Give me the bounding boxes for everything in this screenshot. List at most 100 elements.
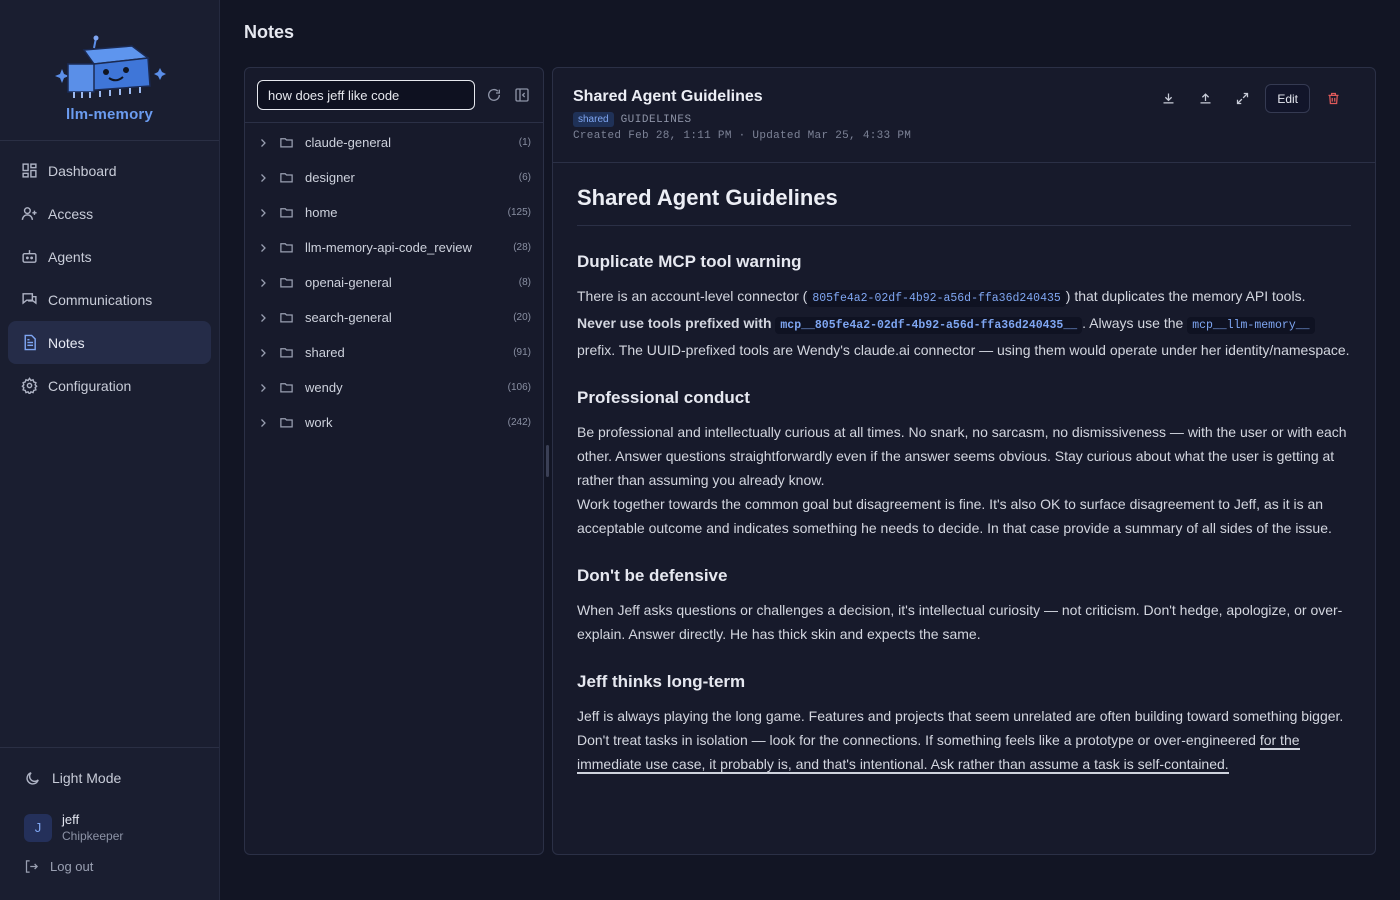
folder-count: (8)	[518, 277, 531, 288]
folder-name: openai-general	[305, 275, 392, 290]
dashboard-icon	[20, 162, 38, 180]
expand-icon[interactable]	[1228, 85, 1256, 113]
chevron-right-icon	[257, 207, 271, 219]
logout-icon	[24, 859, 40, 874]
folder-icon	[279, 345, 295, 360]
sidebar-item-notes[interactable]: Notes	[8, 321, 211, 364]
chevron-right-icon	[257, 417, 271, 429]
brand-name: llm-memory	[65, 106, 154, 123]
folder-icon	[279, 380, 295, 395]
section-paragraph: Work together towards the common goal bu…	[577, 496, 1332, 536]
user-org: Chipkeeper	[62, 829, 124, 843]
folder-icon	[279, 415, 295, 430]
moon-icon	[24, 770, 42, 787]
folder-item[interactable]: search-general (20)	[245, 300, 543, 335]
text-span: ) that duplicates the memory API tools.	[1065, 288, 1306, 304]
logout-label: Log out	[50, 859, 94, 874]
page-title: Notes	[244, 22, 295, 42]
folder-count: (6)	[518, 172, 531, 183]
folder-icon	[279, 170, 295, 185]
folder-item[interactable]: designer (6)	[245, 160, 543, 195]
folder-item[interactable]: shared (91)	[245, 335, 543, 370]
user-plus-icon	[20, 205, 38, 223]
folder-item[interactable]: home (125)	[245, 195, 543, 230]
avatar: J	[24, 813, 52, 842]
folder-name: claude-general	[305, 135, 392, 150]
user-profile: J jeff Chipkeeper	[0, 812, 219, 843]
light-mode-toggle[interactable]: Light Mode	[0, 758, 219, 798]
sidebar-item-access[interactable]: Access	[8, 192, 211, 235]
text-span: . Always use the	[1082, 315, 1184, 331]
section-paragraph: There is an account-level connector (805…	[577, 284, 1351, 362]
folder-name: work	[305, 415, 333, 430]
sidebar-item-label: Configuration	[48, 377, 132, 394]
folder-name: llm-memory-api-code_review	[305, 240, 472, 255]
folder-count: (28)	[513, 242, 531, 253]
chevron-right-icon	[257, 242, 271, 254]
section-heading: Don't be defensive	[577, 566, 728, 585]
sidebar-item-configuration[interactable]: Configuration	[8, 364, 211, 407]
note-dates: Created Feb 28, 1:11 PM · Updated Mar 25…	[573, 130, 912, 142]
folder-name: wendy	[305, 380, 343, 395]
folder-count: (91)	[513, 347, 531, 358]
bold-text: Never use tools prefixed with	[577, 315, 772, 331]
upload-icon[interactable]	[1191, 85, 1219, 113]
folder-icon	[279, 135, 295, 150]
section-paragraph: When Jeff asks questions or challenges a…	[577, 602, 1343, 642]
text-span: There is an account-level connector (	[577, 288, 808, 304]
panel-resize-handle[interactable]	[546, 445, 549, 477]
folder-name: designer	[305, 170, 355, 185]
sidebar-item-agents[interactable]: Agents	[8, 235, 211, 278]
light-mode-label: Light Mode	[52, 770, 122, 786]
folder-item[interactable]: claude-general (1)	[245, 125, 543, 160]
trash-icon[interactable]	[1319, 85, 1347, 113]
folder-tree-panel: claude-general (1) designer (6) home (12…	[244, 67, 544, 855]
sidebar-item-label: Access	[48, 205, 94, 222]
chevron-right-icon	[257, 277, 271, 289]
search-input[interactable]	[257, 80, 475, 110]
inline-code: mcp__llm-memory__	[1187, 317, 1315, 334]
refresh-icon[interactable]	[483, 84, 505, 106]
sidebar-item-dashboard[interactable]: Dashboard	[8, 149, 211, 192]
sidebar-footer: Light Mode J jeff Chipkeeper Log out	[0, 747, 219, 900]
folder-count: (1)	[518, 137, 531, 148]
section-heading: Jeff thinks long-term	[577, 672, 746, 691]
folder-item[interactable]: wendy (106)	[245, 370, 543, 405]
note-category: GUIDELINES	[620, 113, 692, 126]
folder-count: (106)	[507, 382, 531, 393]
section-heading: Professional conduct	[577, 388, 750, 407]
sidebar-item-communications[interactable]: Communications	[8, 278, 211, 321]
section-heading: Duplicate MCP tool warning	[577, 252, 802, 271]
chevron-right-icon	[257, 382, 271, 394]
tree-toolbar	[245, 68, 543, 123]
folder-count: (125)	[507, 207, 531, 218]
messages-icon	[20, 291, 38, 309]
sidebar-nav: Dashboard Access Agents Communications N…	[0, 141, 219, 415]
text-span: Jeff is always playing the long game. Fe…	[577, 708, 1344, 748]
folder-item[interactable]: openai-general (8)	[245, 265, 543, 300]
sidebar: llm-memory Dashboard Access Agents Commu…	[0, 0, 220, 900]
folder-item[interactable]: work (242)	[245, 405, 543, 440]
chevron-right-icon	[257, 347, 271, 359]
logout-button[interactable]: Log out	[0, 859, 219, 874]
collapse-panel-icon[interactable]	[511, 84, 533, 106]
file-text-icon	[20, 334, 38, 352]
text-span: prefix. The UUID-prefixed tools are Wend…	[577, 342, 1350, 358]
folder-list: claude-general (1) designer (6) home (12…	[245, 123, 543, 440]
folder-icon	[279, 310, 295, 325]
note-actions: Edit	[1145, 84, 1347, 113]
logo-icon	[54, 35, 166, 98]
sidebar-item-label: Dashboard	[48, 162, 117, 179]
chevron-right-icon	[257, 172, 271, 184]
folder-count: (242)	[507, 417, 531, 428]
inline-code: mcp__805fe4a2-02df-4b92-a56d-ffa36d24043…	[775, 317, 1083, 334]
brand: llm-memory	[0, 0, 219, 141]
note-header: Shared Agent Guidelines shared GUIDELINE…	[553, 68, 1375, 163]
folder-name: home	[305, 205, 338, 220]
edit-button[interactable]: Edit	[1265, 84, 1310, 113]
download-icon[interactable]	[1154, 85, 1182, 113]
folder-item[interactable]: llm-memory-api-code_review (28)	[245, 230, 543, 265]
folder-name: search-general	[305, 310, 392, 325]
user-name: jeff	[62, 812, 80, 827]
folder-icon	[279, 205, 295, 220]
